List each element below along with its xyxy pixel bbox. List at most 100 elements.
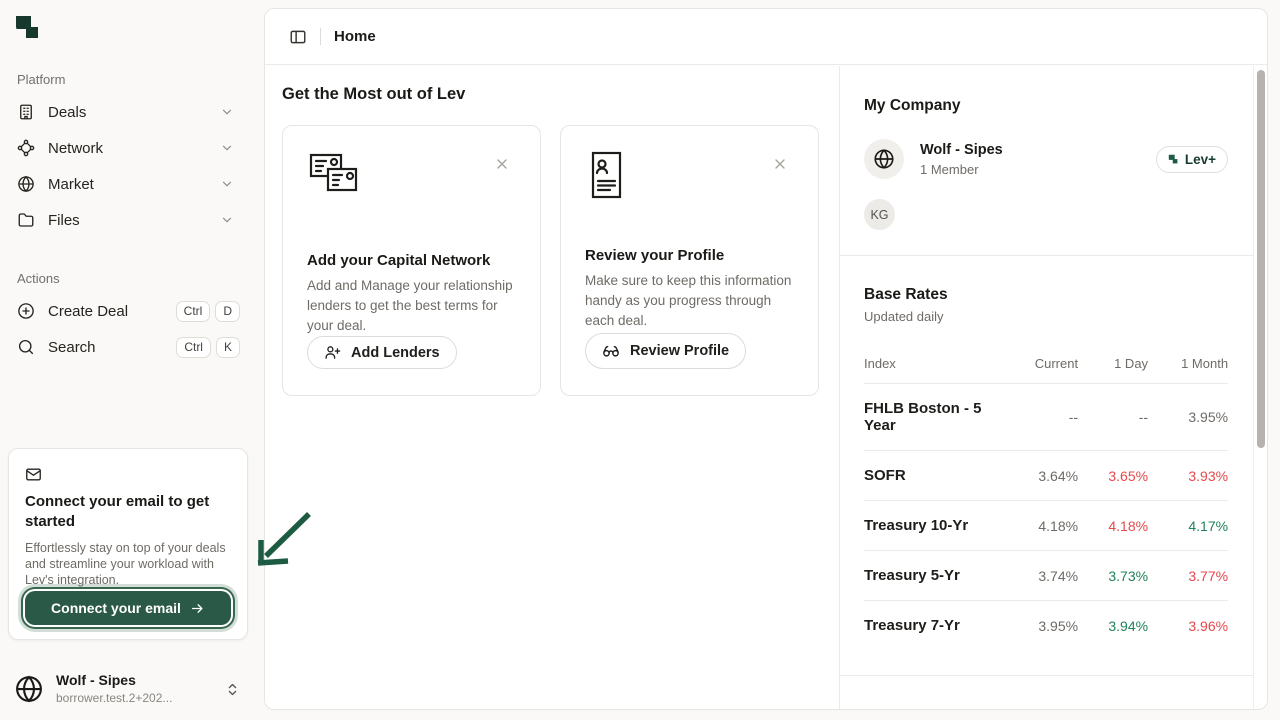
close-icon[interactable] [772,156,788,172]
topbar-divider [320,28,321,45]
chevron-down-icon [220,141,234,155]
account-switcher[interactable]: Wolf - Sipes borrower.test.2+202... [14,666,240,712]
section-divider [840,675,1253,676]
right-panel: My Company Wolf - Sipes 1 Member Lev+ KG… [839,66,1253,709]
table-row: Treasury 5-Yr 3.74% 3.73% 3.77% [864,551,1228,601]
chevron-down-icon [220,177,234,191]
review-profile-button[interactable]: Review Profile [585,333,746,369]
base-rates-heading: Base Rates [864,286,1228,304]
contact-cards-icon [307,150,516,196]
base-rates-table: Index Current 1 Day 1 Month FHLB Boston … [864,356,1228,650]
building-icon [17,103,35,121]
platform-section-label: Platform [0,72,248,87]
section-heading: Get the Most out of Lev [282,85,819,104]
rate-current: 4.18% [1006,518,1078,534]
kbd-ctrl: Ctrl [176,337,211,358]
chevron-down-icon [220,213,234,227]
card-title: Add your Capital Network [307,252,516,269]
chevron-down-icon [220,105,234,119]
sidebar-toggle-icon[interactable] [289,28,307,46]
company-members: 1 Member [920,162,1003,177]
rate-index: Treasury 5-Yr [864,567,1006,584]
section-divider [840,255,1253,256]
base-rates-subheading: Updated daily [864,309,1228,324]
company-row: Wolf - Sipes 1 Member Lev+ [864,139,1228,179]
account-info: Wolf - Sipes borrower.test.2+202... [56,672,172,706]
search-action[interactable]: Search Ctrl K [0,329,248,365]
card-title: Review your Profile [585,247,794,264]
user-plus-icon [324,344,341,361]
rate-index: SOFR [864,467,1006,484]
globe-icon [17,175,35,193]
sidebar: Platform Deals Network Market Files [0,0,248,720]
lev-logo-mini-icon [1168,154,1179,165]
connect-email-card: Connect your email to get started Effort… [8,448,248,640]
folder-icon [17,211,35,229]
id-card-icon [585,150,794,198]
create-deal-action[interactable]: Create Deal Ctrl D [0,293,248,329]
actions-section-label: Actions [0,271,248,286]
rate-1-month: 3.95% [1148,409,1228,425]
scrollbar-thumb[interactable] [1257,70,1265,448]
table-header: Index Current 1 Day 1 Month [864,356,1228,384]
account-email: borrower.test.2+202... [56,691,172,706]
connect-email-button-label: Connect your email [51,600,181,616]
mail-icon [25,466,231,483]
rate-index: Treasury 7-Yr [864,617,1006,634]
sidebar-item-market[interactable]: Market [0,166,248,202]
rate-current: 3.64% [1006,468,1078,484]
sidebar-item-deals[interactable]: Deals [0,94,248,130]
kbd-k: K [216,337,240,358]
table-row: FHLB Boston - 5 Year -- -- 3.95% [864,384,1228,451]
rate-current: 3.95% [1006,618,1078,634]
col-1-day: 1 Day [1078,356,1148,371]
sidebar-item-network[interactable]: Network [0,130,248,166]
sidebar-item-files[interactable]: Files [0,202,248,238]
rate-1-month: 3.77% [1148,568,1228,584]
rate-1-month: 3.93% [1148,468,1228,484]
rate-1-day: 3.65% [1078,468,1148,484]
lev-plus-badge[interactable]: Lev+ [1156,146,1228,173]
breadcrumb-title: Home [334,28,376,45]
add-lenders-button-label: Add Lenders [351,345,440,361]
scrollbar-track [1253,66,1267,709]
recent-market-heading: Recent Market Transactions [864,708,1228,710]
action-label: Create Deal [48,303,128,320]
company-globe-avatar [864,139,904,179]
lev-logo-icon [14,14,42,42]
sidebar-item-label: Network [48,140,103,157]
review-profile-card: Review your Profile Make sure to keep th… [560,125,819,396]
sidebar-item-label: Market [48,176,94,193]
rate-current: 3.74% [1006,568,1078,584]
table-row: Treasury 10-Yr 4.18% 4.18% 4.17% [864,501,1228,551]
table-row: Treasury 7-Yr 3.95% 3.94% 3.96% [864,601,1228,650]
email-card-title: Connect your email to get started [25,492,231,532]
lev-plus-badge-label: Lev+ [1185,152,1216,167]
rate-1-month: 4.17% [1148,518,1228,534]
network-icon [17,139,35,157]
company-name: Wolf - Sipes [920,141,1003,159]
plus-circle-icon [17,302,35,320]
connect-email-button[interactable]: Connect your email [25,591,231,625]
onboarding-section: Get the Most out of Lev Add yo [265,66,839,709]
sidebar-item-label: Deals [48,104,86,121]
rate-1-day: 4.18% [1078,518,1148,534]
kbd-d: D [215,301,240,322]
sidebar-item-label: Files [48,212,80,229]
rate-1-day: 3.73% [1078,568,1148,584]
account-name: Wolf - Sipes [56,672,172,689]
col-index: Index [864,356,1006,371]
card-body: Add and Manage your relationship lenders… [307,276,516,336]
member-avatar[interactable]: KG [864,199,895,230]
shortcut-keys: Ctrl D [176,301,240,322]
add-lenders-button[interactable]: Add Lenders [307,336,457,369]
rate-1-month: 3.96% [1148,618,1228,634]
col-1-month: 1 Month [1148,356,1228,371]
chevrons-up-down-icon [225,682,240,697]
email-card-body: Effortlessly stay on top of your deals a… [25,540,231,588]
my-company-heading: My Company [864,97,1228,115]
rate-1-day: -- [1078,409,1148,425]
close-icon[interactable] [494,156,510,172]
table-row: SOFR 3.64% 3.65% 3.93% [864,451,1228,501]
rate-current: -- [1006,409,1078,425]
